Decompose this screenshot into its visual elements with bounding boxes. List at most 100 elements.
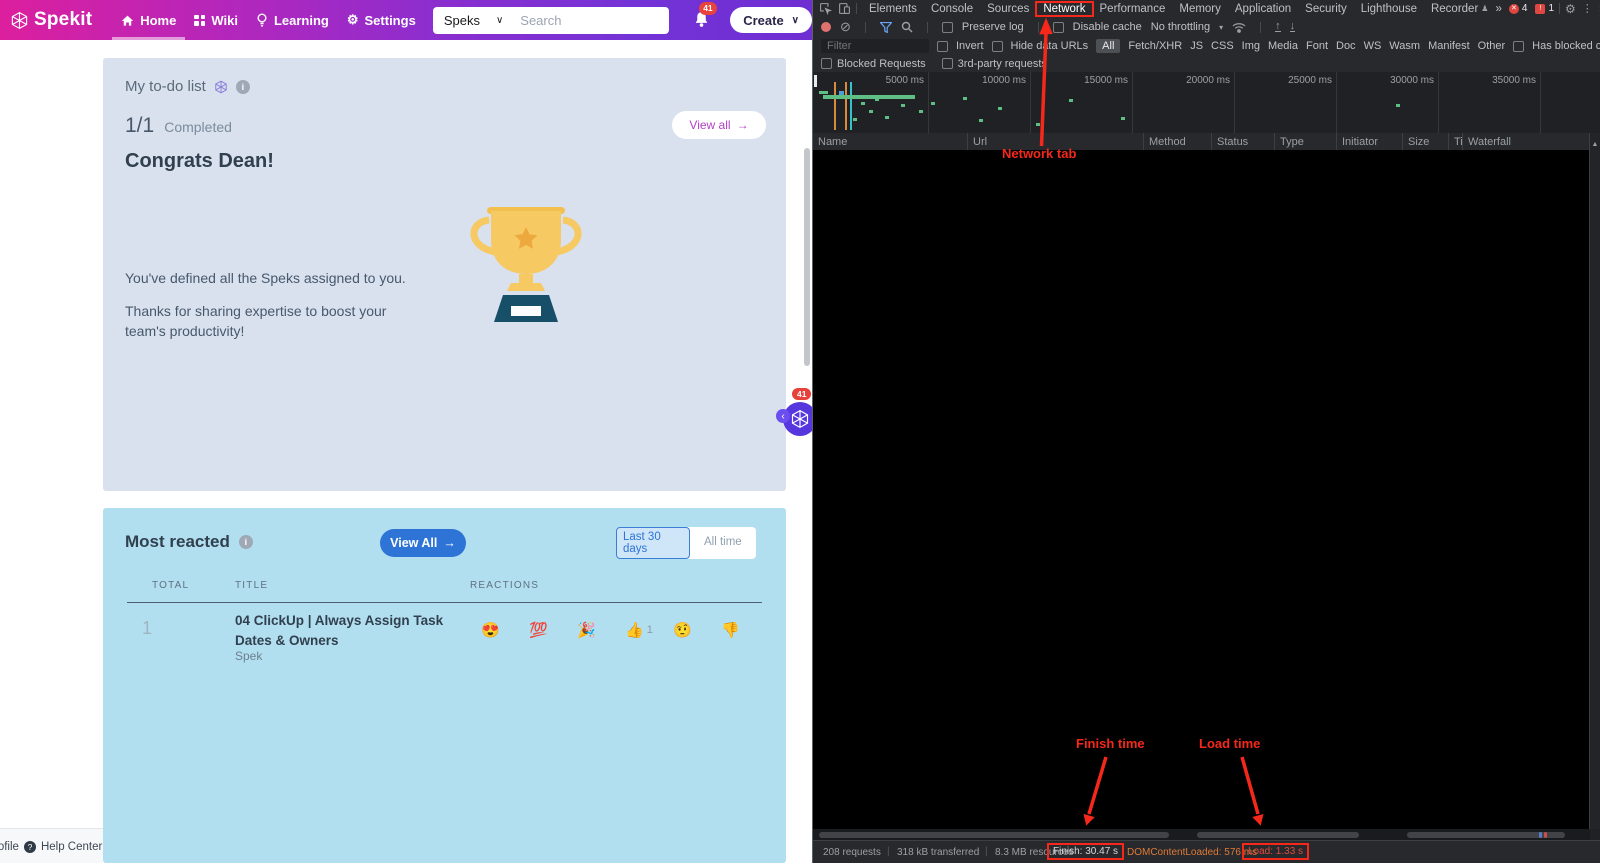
home-icon xyxy=(121,14,134,27)
widget-collapse-chevron[interactable]: ‹ xyxy=(776,409,790,423)
reaction-heart-eyes[interactable]: 😍 xyxy=(481,621,529,639)
requests-table-body[interactable] xyxy=(813,150,1590,829)
filter-chip-js[interactable]: JS xyxy=(1190,40,1203,52)
network-filter-input[interactable] xyxy=(821,39,929,53)
brand-name: Spekit xyxy=(34,9,92,31)
record-network-log-button[interactable] xyxy=(821,22,831,32)
filter-chip-doc[interactable]: Doc xyxy=(1336,40,1356,52)
column-header-initiator[interactable]: Initiator xyxy=(1336,133,1402,150)
reaction-party[interactable]: 🎉 xyxy=(577,621,625,639)
search-scope-dropdown[interactable]: Speks ∨ xyxy=(433,7,514,34)
hide-data-urls-checkbox[interactable] xyxy=(992,41,1003,52)
reaction-raised-eyebrow[interactable]: 🤨 xyxy=(673,621,721,639)
profile-link[interactable]: rofile xyxy=(0,841,19,853)
column-header-status[interactable]: Status xyxy=(1211,133,1274,150)
notifications-bell[interactable]: 41 xyxy=(693,10,710,30)
create-button[interactable]: Create ∨ xyxy=(730,7,812,33)
column-header-type[interactable]: Type xyxy=(1274,133,1336,150)
filter-chip-manifest[interactable]: Manifest xyxy=(1428,40,1470,52)
column-header-method[interactable]: Method xyxy=(1143,133,1211,150)
tab-network[interactable]: Network xyxy=(1036,2,1092,16)
devtools-vertical-scrollbar[interactable]: ▲ xyxy=(1589,133,1600,829)
filter-chip-font[interactable]: Font xyxy=(1306,40,1328,52)
notification-badge: 41 xyxy=(699,2,716,15)
todo-body-line1: You've defined all the Speks assigned to… xyxy=(125,270,406,286)
info-icon[interactable]: i xyxy=(239,535,253,549)
column-header-name[interactable]: Name xyxy=(813,133,967,150)
third-party-requests-label: 3rd-party requests xyxy=(958,58,1047,70)
filter-chip-other[interactable]: Other xyxy=(1478,40,1506,52)
reaction-thumbs-down[interactable]: 👎 xyxy=(721,621,769,639)
console-errors-badge[interactable]: ✕4 xyxy=(1509,3,1528,14)
invert-checkbox[interactable] xyxy=(937,41,948,52)
timeline-tick: 25000 ms xyxy=(1260,75,1332,86)
tab-lighthouse[interactable]: Lighthouse xyxy=(1354,3,1424,15)
network-filter-bar: Invert Hide data URLs All Fetch/XHR JS C… xyxy=(813,37,1600,56)
tab-console[interactable]: Console xyxy=(924,3,980,15)
column-header-waterfall[interactable]: Waterfall xyxy=(1462,133,1590,150)
tab-security[interactable]: Security xyxy=(1298,3,1354,15)
column-header-time[interactable]: Ti xyxy=(1448,133,1462,150)
third-party-requests-checkbox[interactable] xyxy=(942,58,953,69)
filter-chip-media[interactable]: Media xyxy=(1268,40,1298,52)
timeline-drag-handle[interactable] xyxy=(814,75,817,87)
congrats-heading: Congrats Dean! xyxy=(125,150,274,173)
filter-chip-img[interactable]: Img xyxy=(1242,40,1260,52)
blocked-requests-checkbox[interactable] xyxy=(821,58,832,69)
search-network-icon[interactable] xyxy=(901,21,913,33)
clear-network-log-icon[interactable]: ⊘ xyxy=(840,19,851,35)
network-overview-timeline[interactable]: 5000 ms 10000 ms 15000 ms 20000 ms 25000… xyxy=(813,72,1600,134)
vertical-scrollbar-thumb[interactable] xyxy=(804,148,810,366)
disable-cache-label: Disable cache xyxy=(1073,21,1142,33)
disable-cache-checkbox[interactable] xyxy=(1053,22,1064,33)
spek-mini-icon xyxy=(214,80,228,94)
help-center-link[interactable]: Help Center xyxy=(41,841,102,853)
tab-performance[interactable]: Performance xyxy=(1093,3,1173,15)
filter-chip-css[interactable]: CSS xyxy=(1211,40,1234,52)
column-header-size[interactable]: Size xyxy=(1402,133,1448,150)
tab-all-time[interactable]: All time xyxy=(690,527,756,557)
nav-learning[interactable]: Learning xyxy=(247,0,338,40)
more-tabs-button[interactable]: » xyxy=(1488,3,1508,15)
export-har-icon[interactable]: ↓ xyxy=(1290,22,1296,32)
filter-chip-fetch-xhr[interactable]: Fetch/XHR xyxy=(1128,40,1182,52)
nav-wiki[interactable]: Wiki xyxy=(185,0,247,40)
preserve-log-checkbox[interactable] xyxy=(942,22,953,33)
tab-sources[interactable]: Sources xyxy=(980,3,1036,15)
row-title-text: 04 ClickUp | Always Assign Task Dates & … xyxy=(235,611,470,650)
devtools-settings-icon[interactable]: ⚙ xyxy=(1565,2,1576,16)
scroll-up-arrow-icon[interactable]: ▲ xyxy=(1592,141,1599,148)
filter-funnel-icon[interactable] xyxy=(880,22,892,33)
reaction-thumbs-up[interactable]: 👍1 xyxy=(625,621,673,639)
kebab-menu-icon[interactable]: ⋮ xyxy=(1582,2,1593,15)
filter-chip-wasm[interactable]: Wasm xyxy=(1389,40,1420,52)
filter-chip-ws[interactable]: WS xyxy=(1364,40,1382,52)
device-toolbar-icon[interactable] xyxy=(838,2,851,15)
divider xyxy=(1038,22,1039,33)
domcontentloaded-value: DOMContentLoaded: 576 ms xyxy=(1127,847,1257,858)
nav-home[interactable]: Home xyxy=(112,0,185,40)
issues-badge[interactable]: !1 xyxy=(1535,3,1554,14)
divider: | xyxy=(887,846,890,857)
tab-last-30-days[interactable]: Last 30 days xyxy=(616,527,690,559)
network-conditions-icon[interactable] xyxy=(1232,22,1246,33)
tab-recorder[interactable]: Recorder xyxy=(1424,3,1485,15)
throttling-select[interactable]: No throttling xyxy=(1151,21,1210,33)
tab-application[interactable]: Application xyxy=(1228,3,1298,15)
nav-settings[interactable]: ⚙ Settings xyxy=(338,0,425,40)
spekit-logo[interactable]: Spekit xyxy=(10,9,92,31)
divider xyxy=(1260,22,1261,33)
has-blocked-cookies-checkbox[interactable] xyxy=(1513,41,1524,52)
import-har-icon[interactable]: ↑ xyxy=(1275,22,1281,32)
inspect-element-icon[interactable] xyxy=(819,2,832,15)
load-time-value: Load: 1.33 s xyxy=(1248,846,1303,857)
reaction-100[interactable]: 💯 xyxy=(529,621,577,639)
tab-memory[interactable]: Memory xyxy=(1172,3,1228,15)
search-input[interactable] xyxy=(514,13,669,28)
todo-view-all-button[interactable]: View all → xyxy=(672,111,766,139)
tab-elements[interactable]: Elements xyxy=(862,3,924,15)
filter-chip-all[interactable]: All xyxy=(1096,39,1120,53)
settings-gear-icon: ⚙ xyxy=(347,12,359,28)
reacted-view-all-button[interactable]: View All → xyxy=(380,529,466,557)
info-icon[interactable]: i xyxy=(236,80,250,94)
